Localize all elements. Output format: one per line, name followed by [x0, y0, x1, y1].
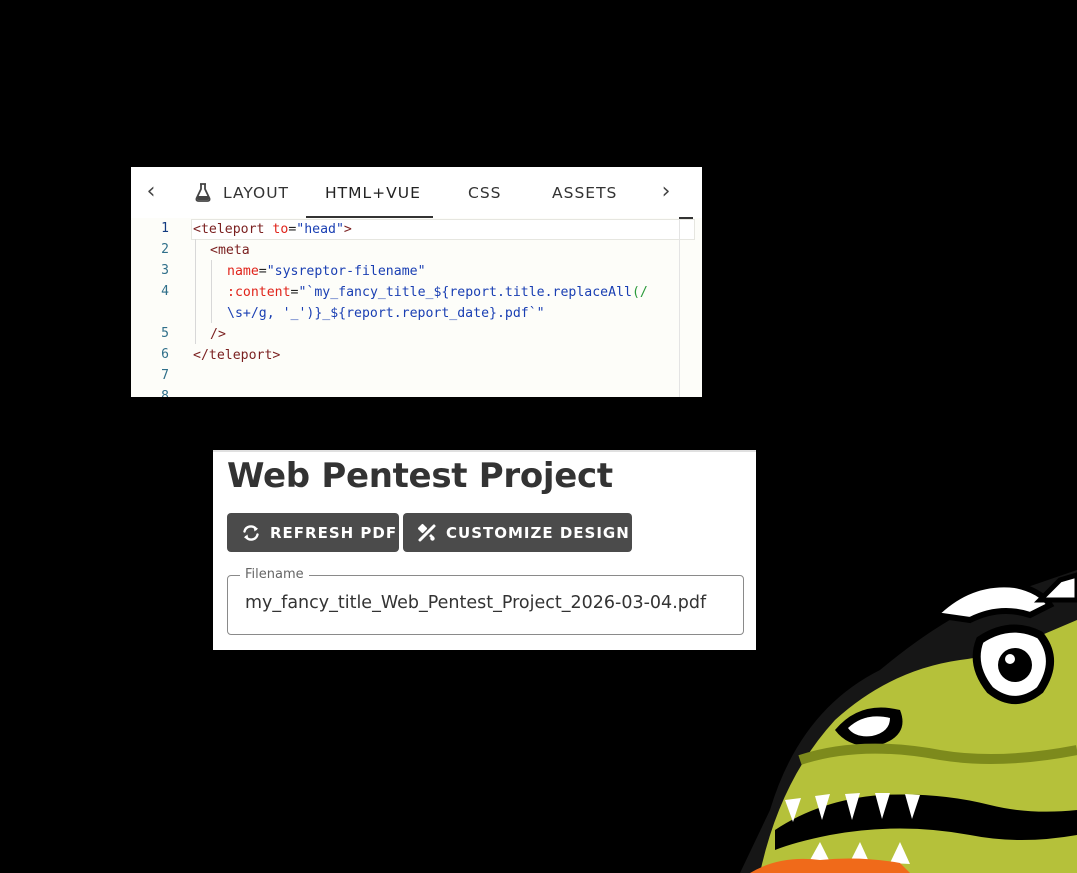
- code-string: "head": [296, 222, 344, 237]
- line-number: 4: [161, 284, 169, 299]
- template-editor-panel: ‹ LAYOUT HTML+VUE CSS ASSETS › 1 2 3 4 5…: [131, 167, 702, 397]
- filename-value: my_fancy_title_Web_Pentest_Project_2026-…: [245, 593, 707, 613]
- filename-field[interactable]: Filename my_fancy_title_Web_Pentest_Proj…: [227, 567, 744, 635]
- tab-layout[interactable]: LAYOUT: [223, 167, 289, 218]
- code-line: name="sysreptor-filename": [227, 261, 426, 282]
- tab-css[interactable]: CSS: [468, 167, 502, 218]
- customize-design-button[interactable]: CUSTOMIZE DESIGN: [403, 513, 632, 552]
- code-attribute: :content: [227, 285, 291, 300]
- code-tag-close: />: [210, 327, 226, 342]
- project-title: Web Pentest Project: [227, 456, 613, 496]
- code-editor[interactable]: <teleport to="head"> <meta name="sysrept…: [193, 218, 679, 397]
- code-string: \s+/g, '_')}_${report.report_date}.pdf`": [227, 306, 545, 321]
- code-attribute: to: [272, 222, 289, 237]
- code-line: \s+/g, '_')}_${report.report_date}.pdf`": [227, 303, 545, 324]
- customize-design-label: CUSTOMIZE DESIGN: [446, 524, 630, 542]
- filename-label: Filename: [240, 567, 309, 582]
- editor-scrollbar-track[interactable]: [679, 218, 680, 397]
- tab-assets[interactable]: ASSETS: [552, 167, 617, 218]
- tab-html-vue[interactable]: HTML+VUE: [325, 167, 421, 218]
- refresh-pdf-label: REFRESH PDF: [270, 524, 398, 542]
- line-number: 6: [161, 347, 169, 362]
- code-line: <teleport to="head">: [193, 219, 352, 240]
- code-tag: <teleport: [193, 222, 265, 237]
- code-tag-close: >: [343, 222, 352, 237]
- code-tag-close: </teleport>: [193, 348, 281, 363]
- code-line: <meta: [210, 240, 250, 261]
- project-card: Web Pentest Project REFRESH PDF CUSTOMIZ…: [213, 450, 756, 650]
- card-divider: [213, 450, 756, 452]
- refresh-pdf-button[interactable]: REFRESH PDF: [227, 513, 399, 552]
- code-string: "`my_fancy_title_${report.title.replaceA…: [298, 285, 632, 300]
- line-number: 5: [161, 326, 169, 341]
- design-tools-icon: [417, 523, 436, 542]
- code-equals: =: [258, 264, 267, 279]
- code-paren: (/: [631, 285, 648, 300]
- editor-scrollbar-thumb[interactable]: [679, 217, 693, 219]
- line-number: 7: [161, 368, 169, 383]
- chevron-left-icon[interactable]: ‹: [139, 179, 163, 207]
- code-line: </teleport>: [193, 345, 280, 366]
- dinosaur-mascot: [740, 570, 1077, 873]
- code-tag: <meta: [210, 243, 250, 258]
- line-number-gutter: 1 2 3 4 5 6 7 8: [131, 218, 183, 397]
- chevron-right-icon[interactable]: ›: [654, 179, 678, 207]
- code-line: :content="`my_fancy_title_${report.title…: [227, 282, 648, 303]
- code-line: />: [210, 324, 226, 345]
- flask-icon: [195, 183, 211, 202]
- line-number: 3: [161, 263, 169, 278]
- code-string: "sysreptor-filename": [266, 264, 426, 279]
- editor-tab-bar: ‹ LAYOUT HTML+VUE CSS ASSETS ›: [131, 167, 702, 218]
- line-number: 8: [161, 389, 169, 397]
- line-number: 2: [161, 242, 169, 257]
- refresh-icon: [243, 525, 259, 541]
- code-attribute: name: [227, 264, 259, 279]
- line-number: 1: [161, 221, 169, 236]
